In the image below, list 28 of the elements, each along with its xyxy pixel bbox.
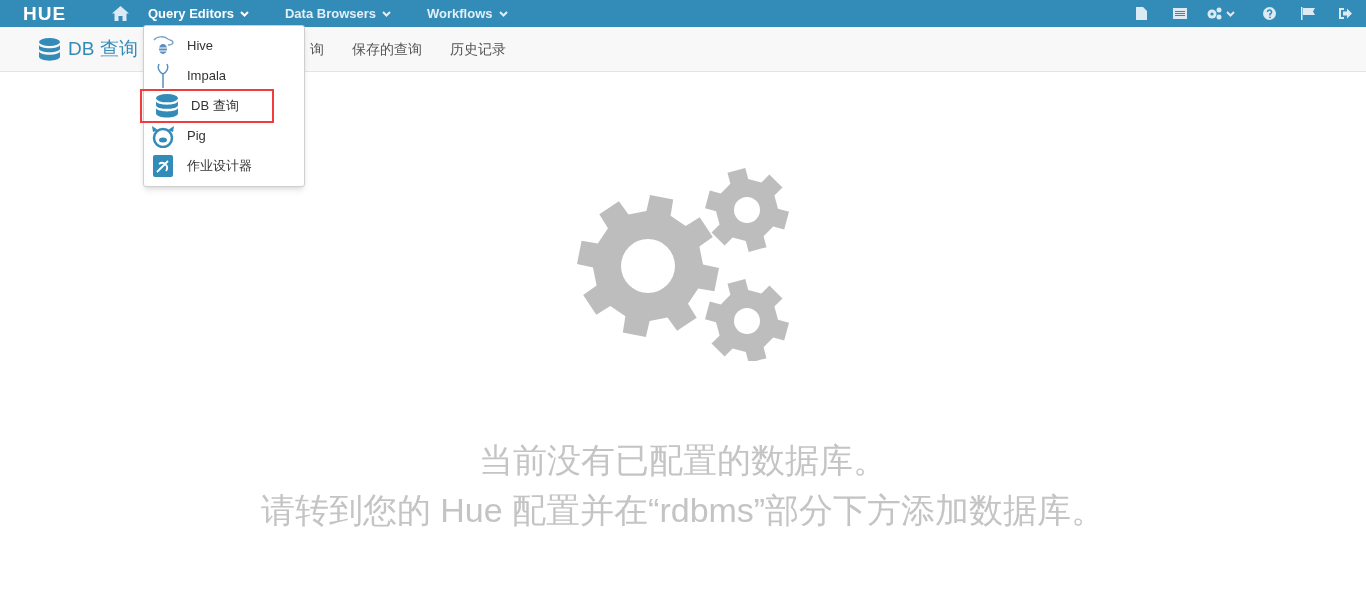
- nav-menu[interactable]: Query Editors: [148, 3, 249, 24]
- list-icon[interactable]: [1173, 8, 1187, 19]
- menu-item[interactable]: Hive: [141, 31, 307, 61]
- page-title: DB 查询: [68, 36, 138, 61]
- menu-item[interactable]: Impala: [141, 61, 307, 91]
- ruler-icon: [153, 155, 173, 177]
- pig-icon: [151, 124, 175, 148]
- hue-logo[interactable]: HUE: [23, 4, 79, 23]
- subnav-link[interactable]: 询: [309, 38, 324, 60]
- menu-item[interactable]: 作业设计器: [141, 151, 307, 181]
- subnav-link[interactable]: 历史记录: [449, 38, 506, 60]
- caret-icon: [382, 10, 391, 17]
- flag-icon[interactable]: [1301, 7, 1315, 20]
- gears-icon[interactable]: [1207, 7, 1222, 20]
- caret-icon: [498, 10, 508, 17]
- caret-icon: [239, 10, 249, 17]
- subnav-link[interactable]: 保存的查询: [351, 38, 422, 60]
- caret-icon[interactable]: [1226, 10, 1235, 17]
- home-icon[interactable]: [112, 6, 129, 21]
- menu-item[interactable]: Pig: [141, 121, 307, 151]
- database-icon: [39, 37, 60, 61]
- empty-message: 请转到您的 Hue 配置并在“rdbms”部分下方添加数据库。: [260, 491, 1106, 529]
- document-icon[interactable]: [1136, 7, 1147, 20]
- database-icon: [156, 94, 178, 118]
- logout-icon[interactable]: [1339, 8, 1352, 19]
- empty-message: 当前没有已配置的数据库。: [479, 441, 887, 479]
- menu-item[interactable]: DB 查询: [142, 91, 272, 121]
- help-icon[interactable]: [1263, 7, 1276, 20]
